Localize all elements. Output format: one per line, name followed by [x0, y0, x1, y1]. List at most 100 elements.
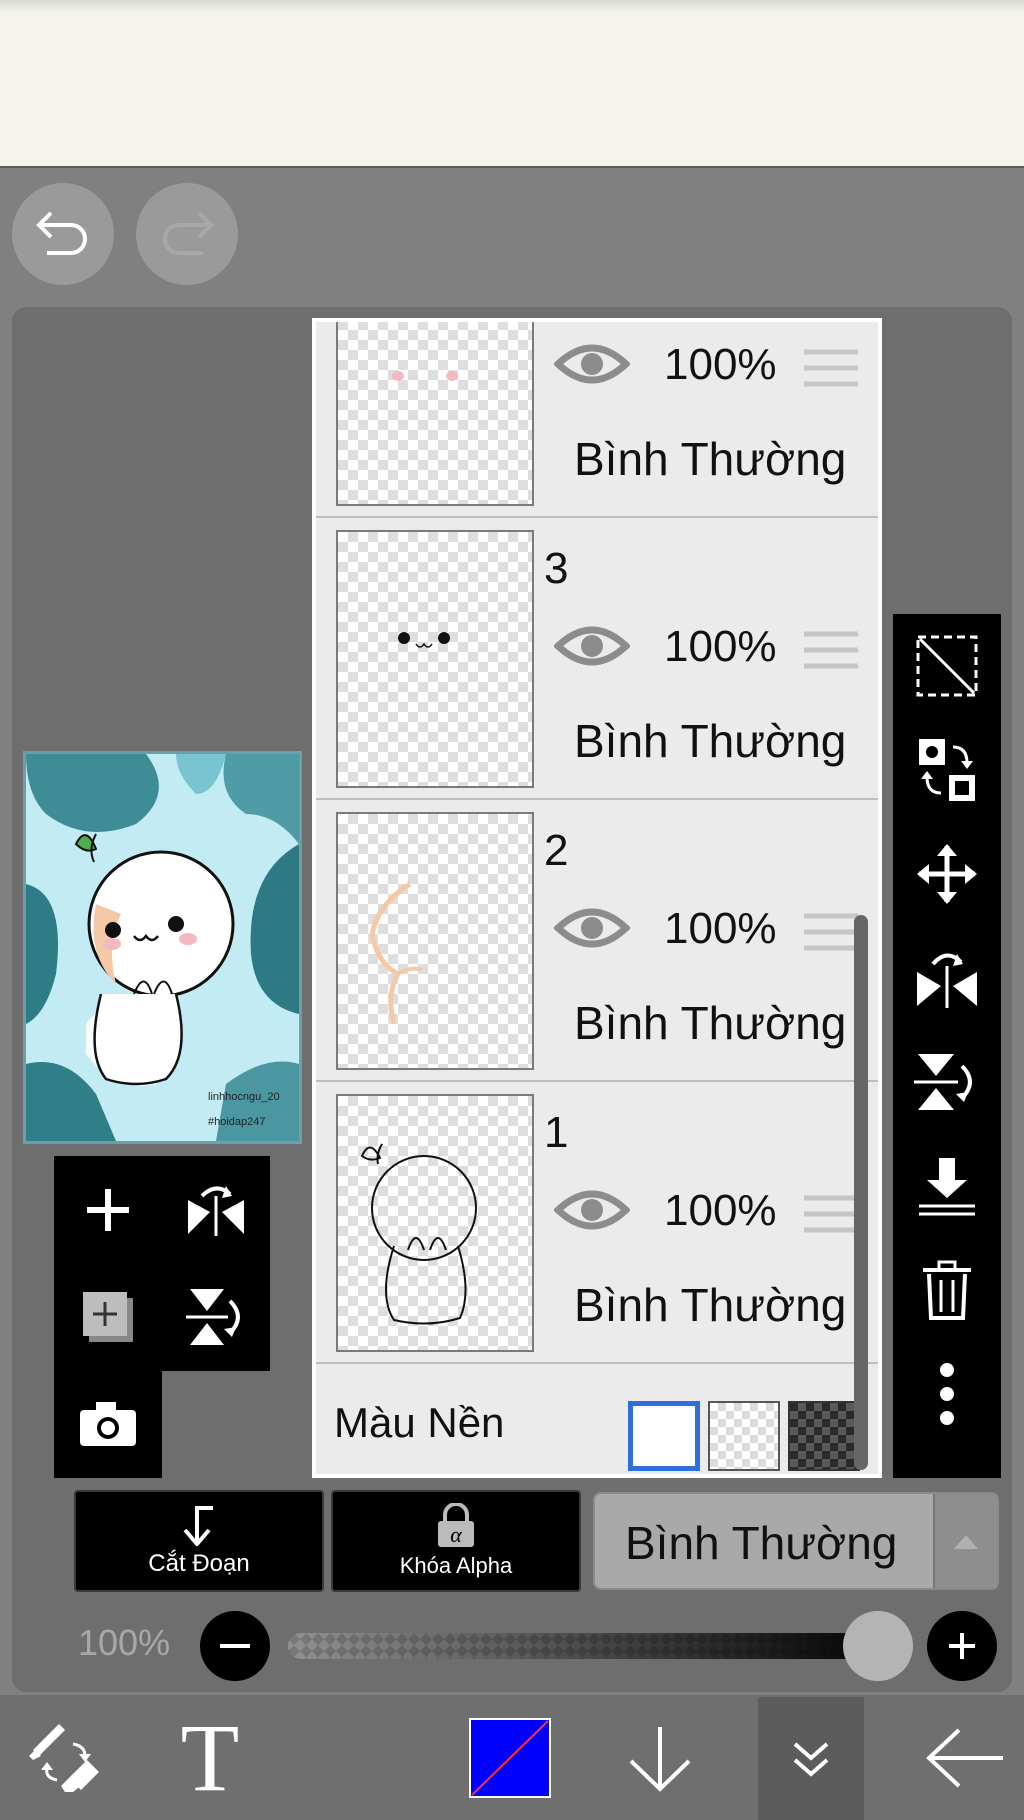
camera-icon — [80, 1402, 136, 1446]
layer-row-2[interactable]: 2 100% Bình Thường — [316, 800, 878, 1082]
blend-mode-value: Bình Thường — [625, 1517, 898, 1569]
opacity-slider-thumb[interactable] — [843, 1611, 913, 1681]
minus-icon — [220, 1644, 250, 1648]
opacity-decrease-button[interactable] — [200, 1611, 270, 1681]
lock-icon: α — [438, 1503, 474, 1547]
layer-row-1[interactable]: 1 100% Bình Thường — [316, 1082, 878, 1364]
blend-mode-select[interactable]: Bình Thường — [593, 1492, 999, 1590]
flip-layer-horizontal-icon — [188, 1186, 244, 1236]
clipping-label: Cắt Đoạn — [148, 1550, 250, 1577]
background-label: Màu Nền — [334, 1399, 505, 1446]
back-arrow-icon — [926, 1728, 1003, 1787]
eye-icon[interactable] — [554, 1184, 630, 1236]
alpha-lock-label: Khóa Alpha — [399, 1553, 513, 1578]
layer-number: 2 — [544, 826, 569, 875]
plus-icon — [949, 1633, 975, 1659]
add-image-layer-button[interactable] — [54, 1263, 162, 1371]
flip-vertical-rotate-button[interactable] — [893, 1030, 1001, 1134]
text-tool-button[interactable]: T — [160, 1695, 260, 1820]
background-transparent-option[interactable] — [708, 1401, 780, 1471]
back-button[interactable] — [910, 1695, 1020, 1820]
layer-number: 1 — [544, 1108, 569, 1157]
preview-artwork: linhhocngu_20 #hoidap247 — [26, 754, 299, 1141]
layer-thumbnail — [336, 530, 534, 788]
background-white-option[interactable] — [628, 1401, 700, 1471]
color-swatch-button[interactable] — [460, 1695, 560, 1820]
select-none-icon — [916, 635, 978, 697]
brush-eraser-icon — [29, 1723, 99, 1792]
layer-list[interactable]: 100% Bình Thường 3 100% Bình Thường 2 10… — [312, 318, 882, 1478]
flip-layer-horizontal-button[interactable] — [162, 1156, 270, 1264]
trash-icon — [923, 1260, 971, 1320]
opacity-slider-track[interactable] — [288, 1633, 894, 1659]
layer-opacity: 100% — [664, 904, 777, 953]
layer-thumbnail — [336, 322, 534, 506]
select-none-button[interactable] — [893, 614, 1001, 718]
collapse-button[interactable] — [758, 1697, 864, 1820]
layer-thumbnail — [336, 1094, 534, 1352]
bottom-toolbar: T — [0, 1695, 1024, 1820]
flip-layer-vertical-icon — [186, 1289, 240, 1345]
redo-icon — [163, 211, 214, 255]
camera-button[interactable] — [54, 1370, 162, 1478]
layer-list-scrollbar[interactable] — [854, 915, 868, 1470]
chevron-up-icon[interactable] — [933, 1494, 997, 1588]
eye-icon[interactable] — [554, 902, 630, 954]
swap-layer-icon — [919, 739, 975, 801]
clipping-button[interactable]: Cắt Đoạn — [74, 1490, 324, 1592]
drag-handle-icon[interactable] — [804, 910, 858, 954]
background-dark-option[interactable] — [788, 1401, 860, 1471]
drag-handle-icon[interactable] — [804, 628, 858, 672]
opacity-value: 100% — [78, 1622, 171, 1663]
canvas-preview[interactable]: linhhocngu_20 #hoidap247 — [23, 751, 302, 1144]
add-layer-icon — [87, 1189, 129, 1231]
alpha-lock-button[interactable]: α Khóa Alpha — [331, 1490, 581, 1592]
undo-icon — [36, 211, 87, 255]
layer-blend-mode: Bình Thường — [574, 715, 847, 767]
drag-handle-icon[interactable] — [804, 1192, 858, 1236]
brush-eraser-button[interactable] — [10, 1695, 120, 1820]
color-swatch — [469, 1717, 551, 1798]
merge-down-button[interactable] — [893, 1134, 1001, 1238]
flip-horizontal-button[interactable] — [893, 926, 1001, 1030]
swap-layer-button[interactable] — [893, 718, 1001, 822]
preview-watermark-2: #hoidap247 — [208, 1116, 266, 1128]
layer-blend-mode: Bình Thường — [574, 433, 847, 485]
alpha-symbol: α — [450, 1522, 462, 1547]
collapse-icon — [793, 1741, 829, 1777]
move-button[interactable] — [893, 822, 1001, 926]
layer-row-4[interactable]: 100% Bình Thường — [316, 322, 878, 518]
delete-layer-button[interactable] — [893, 1238, 1001, 1342]
merge-down-icon — [919, 1158, 975, 1216]
download-button[interactable] — [610, 1695, 710, 1820]
layer-opacity: 100% — [664, 622, 777, 671]
download-arrow-icon — [629, 1726, 691, 1792]
layer-row-3[interactable]: 3 100% Bình Thường — [316, 518, 878, 800]
flip-horizontal-icon — [917, 953, 977, 1008]
layer-thumbnail — [336, 812, 534, 1070]
right-toolbar — [893, 614, 1001, 1478]
layer-blend-mode: Bình Thường — [574, 1279, 847, 1331]
redo-button[interactable] — [136, 183, 238, 285]
move-icon — [917, 844, 977, 904]
preview-watermark-1: linhhocngu_20 — [208, 1091, 280, 1103]
add-image-layer-icon — [83, 1292, 133, 1342]
undo-button[interactable] — [12, 183, 114, 285]
clipping-icon — [183, 1506, 213, 1546]
background-color-row: Màu Nền — [316, 1369, 878, 1474]
more-icon — [940, 1363, 954, 1425]
flip-layer-vertical-button[interactable] — [162, 1263, 270, 1371]
layer-number: 3 — [544, 544, 569, 593]
text-icon: T — [180, 1703, 240, 1811]
drag-handle-icon[interactable] — [804, 346, 858, 390]
flip-vertical-rotate-icon — [914, 1054, 972, 1110]
add-layer-button[interactable] — [54, 1156, 162, 1264]
layer-opacity: 100% — [664, 340, 777, 389]
layer-opacity: 100% — [664, 1186, 777, 1235]
eye-icon[interactable] — [554, 620, 630, 672]
canvas-area[interactable] — [0, 0, 1024, 168]
layer-blend-mode: Bình Thường — [574, 997, 847, 1049]
opacity-increase-button[interactable] — [927, 1611, 997, 1681]
more-button[interactable] — [893, 1342, 1001, 1446]
eye-icon[interactable] — [554, 338, 630, 390]
